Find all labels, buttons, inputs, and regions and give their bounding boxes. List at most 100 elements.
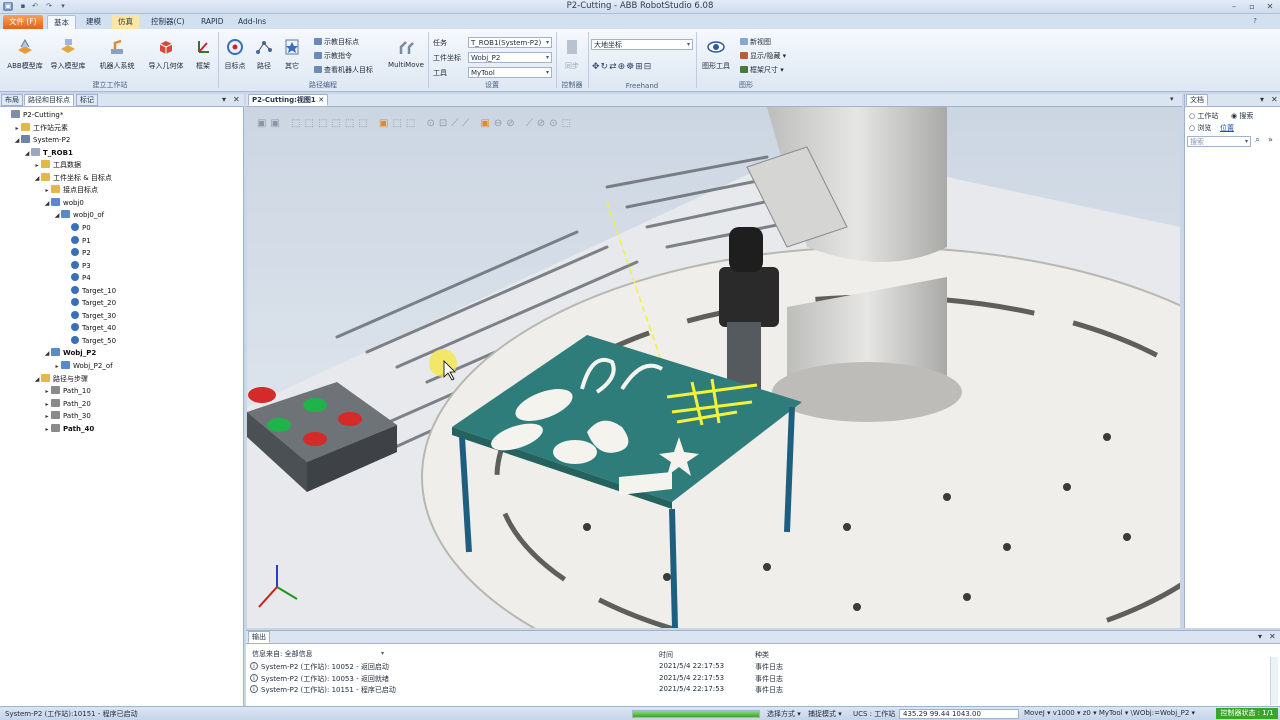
tab-layout[interactable]: 布局 [1, 94, 23, 106]
radio-station[interactable]: ○ 工作站 [1189, 111, 1218, 121]
freehand-tools-icon[interactable]: ✥↻⇄⊕☸⊞⊟ [592, 62, 652, 72]
maximize-icon[interactable]: ▫ [1244, 1, 1260, 12]
teach-target-button[interactable]: 示教目标点 [314, 37, 359, 47]
tree-node[interactable]: ▸ Path_10 [43, 385, 91, 397]
more-options-icon[interactable]: » [1268, 135, 1273, 144]
help-icon[interactable]: ? [1250, 17, 1260, 26]
search-icon[interactable]: ⌕ [1255, 135, 1260, 145]
tree-node[interactable]: ▸ 工具数据 [33, 159, 81, 171]
tab-output[interactable]: 输出 [248, 631, 270, 643]
frame-button[interactable]: 框架 [190, 37, 216, 71]
tree-node[interactable]: Target_20 [63, 297, 116, 309]
tree-node[interactable]: ▸ Path_40 [43, 423, 94, 435]
tab-paths-targets[interactable]: 路径和目标点 [24, 94, 74, 106]
reference-frame-select[interactable]: 大地坐标 [591, 39, 693, 50]
tab-file[interactable]: 文件 (F) [3, 15, 43, 29]
tree-node[interactable]: Target_50 [63, 335, 116, 347]
output-row[interactable]: i System-P2 (工作站): 10052 - 返回启动 2021/5/4 2… [246, 662, 1266, 673]
tool-select[interactable]: MyTool [468, 67, 552, 78]
tab-tags[interactable]: 标记 [76, 94, 98, 106]
tree-node[interactable]: ◢ Wobj_P2 [43, 347, 96, 359]
tree-node[interactable]: ▸ 工作站元素 [13, 122, 68, 134]
message-filter-select[interactable]: 信息来自: 全部信息 [249, 648, 387, 659]
pin-icon[interactable]: ▾ [1258, 632, 1262, 641]
tree-node[interactable]: Target_40 [63, 322, 116, 334]
pin-icon[interactable]: ▾ [1260, 95, 1264, 104]
new-view-button[interactable]: 新视图 [740, 37, 771, 47]
close-icon[interactable]: ✕ [1269, 632, 1276, 641]
tree-node[interactable]: ▸ Path_20 [43, 398, 91, 410]
task-select[interactable]: T_ROB1(System-P2) [468, 37, 552, 48]
pin-icon[interactable]: ▾ [222, 95, 226, 104]
tree-node[interactable]: ◢ wobj0 [43, 197, 84, 209]
view-robot-targets-button[interactable]: 查看机器人目标 [314, 65, 373, 75]
motion-settings[interactable]: MoveJ ▾ v1000 ▾ z0 ▾ MyTool ▾ \WObj:=Wob… [1024, 709, 1195, 717]
import-library-button[interactable]: 导入模型库 [46, 37, 90, 71]
tab-home[interactable]: 基本 [47, 15, 76, 29]
multimove-button[interactable]: MultiMove [386, 37, 426, 69]
abb-library-button[interactable]: ABB模型库 [4, 37, 46, 71]
close-icon[interactable]: ✕ [1262, 1, 1278, 12]
tree-node[interactable]: ▸ Path_30 [43, 410, 91, 422]
expander-icon[interactable]: ▸ [43, 424, 51, 436]
expander-icon[interactable]: ◢ [43, 198, 51, 210]
graphics-tools-button[interactable]: 图形工具 [698, 37, 734, 71]
expander-icon[interactable]: ◢ [43, 348, 51, 360]
tree-node[interactable]: ◢ System-P2 [13, 134, 70, 146]
expander-icon[interactable]: ▸ [43, 185, 51, 197]
tree-node[interactable]: ▸ Wobj_P2_of [53, 360, 113, 372]
other-button[interactable]: 其它 [279, 37, 305, 71]
search-input[interactable]: 搜索 [1187, 136, 1251, 147]
tree-node[interactable]: Target_10 [63, 285, 116, 297]
close-icon[interactable]: ✕ [1271, 95, 1278, 104]
expander-icon[interactable]: ▸ [53, 361, 61, 373]
radio-browse[interactable]: ○ 浏览 [1189, 123, 1211, 133]
tab-modeling[interactable]: 建模 [80, 15, 107, 29]
expander-icon[interactable]: ◢ [33, 173, 41, 185]
sync-button[interactable]: 同步 [560, 37, 584, 71]
3d-viewport[interactable]: ▣▣ ⬚⬚⬚⬚⬚⬚ ▣⬚⬚ ⊙⊡⟋⟋ ▣⊖⊘ ⟋⊘⊙⬚ [247, 107, 1180, 628]
tree-node[interactable]: P0 [63, 222, 91, 234]
expander-icon[interactable]: ▸ [43, 386, 51, 398]
view-toolbar[interactable]: ▣▣ ⬚⬚⬚⬚⬚⬚ ▣⬚⬚ ⊙⊡⟋⟋ ▣⊖⊘ ⟋⊘⊙⬚ [257, 118, 575, 129]
tree-node[interactable]: P4 [63, 272, 91, 284]
tree-node[interactable]: Target_30 [63, 310, 116, 322]
import-geometry-button[interactable]: 导入几何体 [143, 37, 189, 71]
wobj-select[interactable]: Wobj_P2 [468, 52, 552, 63]
frame-size-button[interactable]: 框架尺寸 ▾ [740, 65, 784, 75]
tree-node[interactable]: P2-Cutting* [3, 109, 63, 121]
controller-status-badge[interactable]: 控制器状态 : 1/1 [1216, 708, 1278, 719]
tree-node[interactable]: P2 [63, 247, 91, 259]
tree-node[interactable]: P1 [63, 235, 91, 247]
selection-mode-select[interactable]: 选择方式 ▾ [767, 709, 801, 719]
expander-icon[interactable]: ◢ [53, 210, 61, 222]
snap-mode-select[interactable]: 捕捉模式 ▾ [808, 709, 842, 719]
view-dropdown-icon[interactable]: ▾ [1170, 95, 1174, 103]
tab-rapid[interactable]: RAPID [195, 15, 230, 29]
expander-icon[interactable]: ▸ [13, 123, 21, 135]
tab-controller[interactable]: 控制器(C) [145, 15, 191, 29]
tab-view1[interactable]: P2-Cutting:视图1 ✕ [248, 94, 329, 106]
close-icon[interactable]: ✕ [233, 95, 240, 104]
tree-node[interactable]: ◢ wobj0_of [53, 209, 104, 221]
tree-node[interactable]: ◢ T_ROB1 [23, 147, 73, 159]
path-button[interactable]: 路径 [251, 37, 277, 71]
output-row[interactable]: i System-P2 (工作站): 10151 - 程序已启动 2021/5/4 … [246, 685, 1266, 696]
tab-addins[interactable]: Add-Ins [232, 15, 272, 29]
robot-system-button[interactable]: 机器人系统 [94, 37, 140, 71]
tree-node[interactable]: P3 [63, 260, 91, 272]
expander-icon[interactable]: ▸ [33, 160, 41, 172]
radio-search[interactable]: ◉ 搜索 [1231, 111, 1253, 121]
tab-simulation[interactable]: 仿真 [112, 15, 139, 29]
expander-icon[interactable]: ◢ [33, 374, 41, 386]
minimize-icon[interactable]: – [1226, 1, 1242, 12]
location-link[interactable]: 位置 [1220, 123, 1234, 133]
tree-node[interactable]: ◢ 路径与步骤 [33, 373, 88, 385]
tree-node[interactable]: ▸ 接点目标点 [43, 184, 98, 196]
output-row[interactable]: i System-P2 (工作站): 10053 - 返回就绪 2021/5/4 2… [246, 673, 1266, 685]
tab-documents[interactable]: 文档 [1186, 94, 1208, 106]
expander-icon[interactable]: ▸ [43, 399, 51, 411]
output-scrollbar[interactable] [1270, 657, 1278, 705]
tree-node[interactable]: ◢ 工件坐标 & 目标点 [33, 172, 112, 184]
teach-instruction-button[interactable]: 示教指令 [314, 51, 352, 61]
